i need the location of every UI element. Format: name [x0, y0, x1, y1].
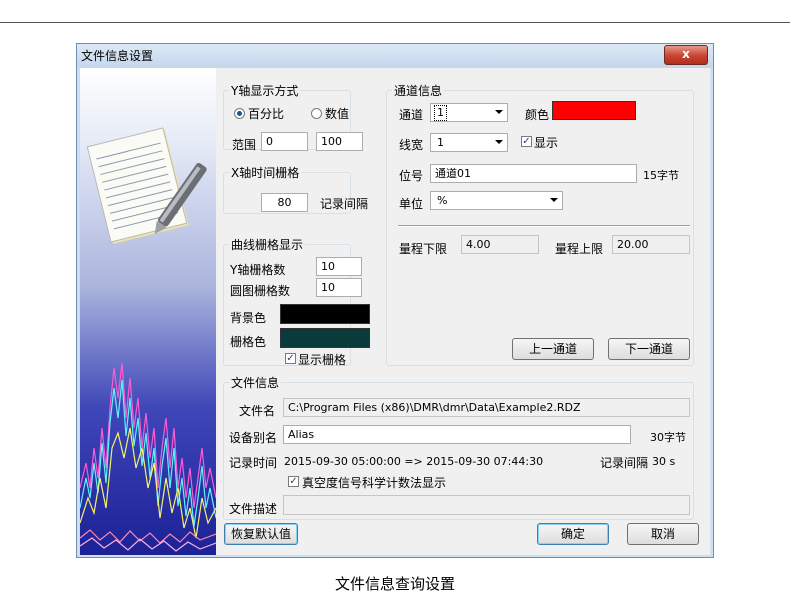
curve-grid-group-title: 曲线栅格显示	[229, 236, 306, 253]
close-button[interactable]: x	[664, 45, 708, 65]
unit-select[interactable]: %	[430, 191, 563, 210]
next-channel-button[interactable]: 下一通道	[608, 338, 690, 360]
color-label: 颜色	[525, 108, 550, 122]
chevron-down-icon	[495, 140, 503, 144]
alias-label: 设备别名	[229, 431, 278, 445]
percent-radio[interactable]	[234, 108, 245, 119]
bg-color-label: 背景色	[230, 311, 267, 325]
filename-value: C:\Program Files (x86)\DMR\dmr\Data\Exam…	[283, 398, 690, 417]
range-high-label: 量程上限	[555, 242, 604, 256]
vacuum-label[interactable]: 真空度信号科学计数法显示	[302, 474, 446, 491]
bg-color-swatch[interactable]	[280, 304, 370, 324]
y-axis-group-title: Y轴显示方式	[229, 82, 301, 99]
filename-label: 文件名	[239, 404, 276, 418]
channel-group-title: 通道信息	[392, 82, 445, 99]
unit-label: 单位	[399, 197, 424, 211]
waveform-graphic	[80, 362, 216, 552]
channel-color-swatch[interactable]	[552, 101, 636, 120]
close-icon: x	[682, 47, 690, 61]
figure-caption: 文件信息查询设置	[334, 575, 455, 593]
range-low-value: 4.00	[461, 235, 539, 254]
tag-limit-label: 15字节	[643, 169, 679, 182]
channel-group	[386, 90, 694, 366]
prev-channel-button[interactable]: 上一通道	[512, 338, 594, 360]
channel-label: 通道	[399, 108, 424, 122]
record-interval-label: 记录间隔	[600, 456, 649, 470]
display-label[interactable]: 显示	[534, 134, 558, 151]
vacuum-checkbox[interactable]: ✓	[288, 476, 299, 487]
record-time-label: 记录时间	[229, 456, 278, 470]
unit-select-value: %	[437, 194, 448, 207]
range-max-input[interactable]: 100	[316, 132, 363, 151]
restore-defaults-button[interactable]: 恢复默认值	[224, 523, 298, 545]
circle-grid-count-input[interactable]: 10	[316, 278, 362, 297]
x-grid-group-title: X轴时间栅格	[229, 164, 302, 181]
show-grid-checkbox[interactable]: ✓	[285, 353, 296, 364]
y-grid-count-label: Y轴栅格数	[230, 263, 286, 277]
value-radio-label[interactable]: 数值	[325, 105, 349, 122]
percent-radio-label[interactable]: 百分比	[248, 105, 284, 122]
alias-limit-label: 30字节	[650, 431, 686, 444]
display-checkbox[interactable]: ✓	[521, 136, 532, 147]
record-interval-value: 30 s	[652, 455, 676, 468]
tag-label: 位号	[399, 169, 424, 183]
value-radio[interactable]	[311, 108, 322, 119]
grid-color-label: 栅格色	[230, 335, 267, 349]
range-low-label: 量程下限	[399, 242, 448, 256]
file-desc-input[interactable]	[283, 495, 690, 515]
channel-select-value: 1	[434, 105, 447, 121]
range-high-value: 20.00	[612, 235, 690, 254]
cancel-button[interactable]: 取消	[627, 523, 699, 545]
channel-separator	[398, 225, 690, 227]
notepad-pen-icon	[86, 127, 207, 244]
circle-grid-count-label: 圆图栅格数	[230, 284, 291, 298]
chevron-down-icon	[550, 198, 558, 202]
range-min-input[interactable]: 0	[261, 132, 308, 151]
range-label: 范围	[232, 138, 257, 152]
line-width-label: 线宽	[399, 138, 424, 152]
side-banner-graphic	[80, 127, 216, 552]
ok-button[interactable]: 确定	[537, 523, 609, 545]
x-grid-unit-label: 记录间隔	[320, 197, 369, 211]
show-grid-label[interactable]: 显示栅格	[298, 351, 346, 368]
x-grid-input[interactable]: 80	[261, 193, 308, 212]
alias-input[interactable]: Alias	[283, 425, 631, 444]
line-width-select[interactable]: 1	[430, 133, 508, 152]
side-banner	[80, 68, 216, 555]
file-desc-label: 文件描述	[229, 502, 278, 516]
dialog-content: Y轴显示方式 百分比 数值 范围 0 100 X轴时间栅格 80 记录间隔 曲线…	[80, 68, 710, 555]
top-divider-line	[0, 22, 790, 23]
dialog-title: 文件信息设置	[81, 49, 154, 63]
chevron-down-icon	[495, 110, 503, 114]
channel-select[interactable]: 1	[430, 103, 508, 122]
record-time-value: 2015-09-30 05:00:00 => 2015-09-30 07:44:…	[284, 455, 544, 468]
file-info-dialog: 文件信息设置 x Y轴显示方式 百分比 数值 范围 0 100 X轴时间栅格 8…	[76, 43, 714, 558]
grid-color-swatch[interactable]	[280, 328, 370, 348]
tag-input[interactable]: 通道01	[430, 164, 637, 183]
y-grid-count-input[interactable]: 10	[316, 257, 362, 276]
title-bar[interactable]: 文件信息设置 x	[77, 44, 713, 68]
file-info-group-title: 文件信息	[229, 374, 282, 391]
line-width-select-value: 1	[437, 136, 444, 149]
